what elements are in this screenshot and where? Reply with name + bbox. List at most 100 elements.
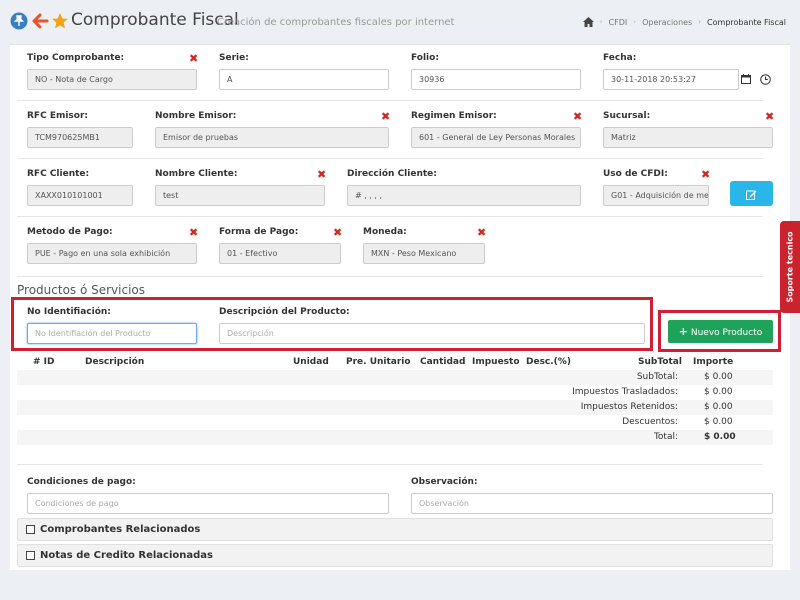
direccion-cliente-label: Dirección Cliente:: [347, 169, 437, 179]
breadcrumb: › CFDI › Operaciones › Comprobante Fisca…: [582, 17, 786, 27]
subtotal-value: $ 0.00: [704, 372, 733, 382]
required-x-icon: ✖: [317, 168, 327, 181]
breadcrumb-item-cfdi[interactable]: CFDI: [609, 18, 628, 27]
nombre-emisor-label: Nombre Emisor:: [155, 111, 237, 121]
condiciones-pago-label: Condiciones de pago:: [27, 477, 136, 487]
fecha-label: Fecha:: [603, 53, 637, 63]
products-section-title: Productos ó Servicios: [17, 283, 146, 297]
edit-icon: [746, 190, 757, 200]
uso-cfdi-label: Uso de CFDI:: [603, 169, 668, 179]
new-product-label: Nuevo Producto: [690, 328, 763, 338]
back-arrow-icon[interactable]: [31, 12, 49, 30]
rfc-cliente-label: RFC Cliente:: [27, 169, 90, 179]
descuentos-value: $ 0.00: [704, 417, 733, 427]
sucursal-label: Sucursal:: [603, 111, 651, 121]
required-x-icon: ✖: [765, 110, 775, 123]
impuestos-trasladados-label: Impuestos Trasladados:: [572, 387, 678, 397]
clock-icon[interactable]: [760, 74, 771, 85]
fecha-field[interactable]: 30-11-2018 20:53:27: [603, 69, 739, 90]
page-title: Comprobante Fiscal: [71, 10, 239, 30]
col-header-cantidad: Cantidad: [420, 357, 466, 367]
edit-client-button[interactable]: [730, 181, 773, 206]
breadcrumb-separator: ›: [698, 18, 702, 26]
required-x-icon: ✖: [701, 168, 711, 181]
home-icon[interactable]: [582, 17, 594, 27]
breadcrumb-item-current: Comprobante Fiscal: [707, 17, 786, 27]
moneda-field[interactable]: MXN - Peso Mexicano: [363, 243, 485, 264]
rfc-emisor-field[interactable]: TCM970625MB1: [27, 127, 133, 148]
total-label: Total:: [653, 432, 678, 442]
col-header-descripcion: Descripción: [85, 357, 145, 367]
total-value: $ 0.00: [704, 432, 736, 442]
forma-pago-field[interactable]: 01 - Efectivo: [219, 243, 341, 264]
observacion-input[interactable]: Observación: [411, 493, 773, 514]
star-icon[interactable]: [51, 12, 69, 30]
forma-pago-label: Forma de Pago:: [219, 227, 299, 237]
soporte-tecnico-label: Soporte tecnico: [785, 231, 795, 303]
folio-field[interactable]: 30936: [411, 69, 581, 90]
plus-icon: +: [678, 325, 688, 338]
breadcrumb-separator: ›: [599, 18, 603, 26]
tipo-comprobante-field[interactable]: NO - Nota de Cargo: [27, 69, 197, 90]
checkbox-icon[interactable]: [26, 525, 35, 534]
rfc-emisor-label: RFC Emisor:: [27, 111, 89, 121]
notas-credito-label: Notas de Credito Relacionadas: [40, 550, 214, 561]
col-header-subtotal: SubTotal: [638, 357, 682, 367]
uso-cfdi-field[interactable]: G01 - Adquisición de merca: [603, 185, 709, 206]
divider: [17, 100, 763, 101]
comprobantes-relacionados-label: Comprobantes Relacionados: [40, 524, 201, 535]
impuestos-trasladados-value: $ 0.00: [704, 387, 733, 397]
checkbox-icon[interactable]: [26, 551, 35, 560]
nombre-emisor-field[interactable]: Emisor de pruebas: [155, 127, 389, 148]
divider: [17, 216, 763, 217]
required-x-icon: ✖: [189, 52, 199, 65]
sucursal-field[interactable]: Matriz: [603, 127, 773, 148]
col-header-impuesto: Impuesto: [472, 357, 520, 367]
col-header-descuento: Desc.(%): [526, 357, 571, 367]
serie-field[interactable]: A: [219, 69, 389, 90]
desc-producto-input[interactable]: Descripción: [219, 323, 645, 344]
tipo-comprobante-label: Tipo Comprobante:: [27, 53, 125, 63]
required-x-icon: ✖: [189, 226, 199, 239]
rfc-cliente-field[interactable]: XAXX010101001: [27, 185, 133, 206]
regimen-emisor-label: Regimen Emisor:: [411, 111, 497, 121]
impuestos-retenidos-label: Impuestos Retenidos:: [580, 402, 678, 412]
metodo-pago-field[interactable]: PUE - Pago en una sola exhibición: [27, 243, 197, 264]
direccion-cliente-field[interactable]: # , , , ,: [347, 185, 581, 206]
notas-credito-toggle[interactable]: Notas de Credito Relacionadas: [17, 544, 773, 567]
col-header-importe: Importe: [693, 357, 734, 367]
divider: [17, 464, 763, 465]
required-x-icon: ✖: [333, 226, 343, 239]
no-ident-input[interactable]: No Identifiación del Producto: [27, 323, 197, 344]
observacion-label: Observación:: [411, 477, 478, 487]
no-ident-label: No Identifiación:: [27, 307, 111, 317]
comprobantes-relacionados-toggle[interactable]: Comprobantes Relacionados: [17, 518, 773, 541]
calendar-icon[interactable]: [741, 74, 751, 84]
breadcrumb-separator: ›: [633, 18, 637, 26]
breadcrumb-item-operaciones[interactable]: Operaciones: [642, 18, 692, 27]
new-product-button[interactable]: + Nuevo Producto: [668, 320, 773, 343]
descuentos-label: Descuentos:: [622, 417, 678, 427]
nombre-cliente-label: Nombre Cliente:: [155, 169, 238, 179]
moneda-label: Moneda:: [363, 227, 407, 237]
condiciones-pago-input[interactable]: Condiciones de pago: [27, 493, 389, 514]
serie-label: Serie:: [219, 53, 249, 63]
pin-icon[interactable]: [10, 12, 28, 30]
divider: [17, 158, 763, 159]
regimen-emisor-field[interactable]: 601 - General de Ley Personas Morales: [411, 127, 581, 148]
impuestos-retenidos-value: $ 0.00: [704, 402, 733, 412]
page-header: Comprobante Fiscal Creación de comproban…: [0, 0, 800, 44]
subtotal-label: SubTotal:: [636, 372, 678, 382]
desc-producto-label: Descripción del Producto:: [219, 307, 350, 317]
metodo-pago-label: Metodo de Pago:: [27, 227, 113, 237]
col-header-id: # ID: [33, 357, 55, 367]
soporte-tecnico-tab[interactable]: Soporte tecnico: [780, 221, 800, 313]
folio-label: Folio:: [411, 53, 439, 63]
required-x-icon: ✖: [477, 226, 487, 239]
required-x-icon: ✖: [573, 110, 583, 123]
col-header-pre-unitario: Pre. Unitario: [346, 357, 411, 367]
page-subtitle: Creación de comprobantes fiscales por in…: [217, 17, 455, 28]
divider: [17, 276, 763, 277]
nombre-cliente-field[interactable]: test: [155, 185, 325, 206]
col-header-unidad: Unidad: [293, 357, 329, 367]
